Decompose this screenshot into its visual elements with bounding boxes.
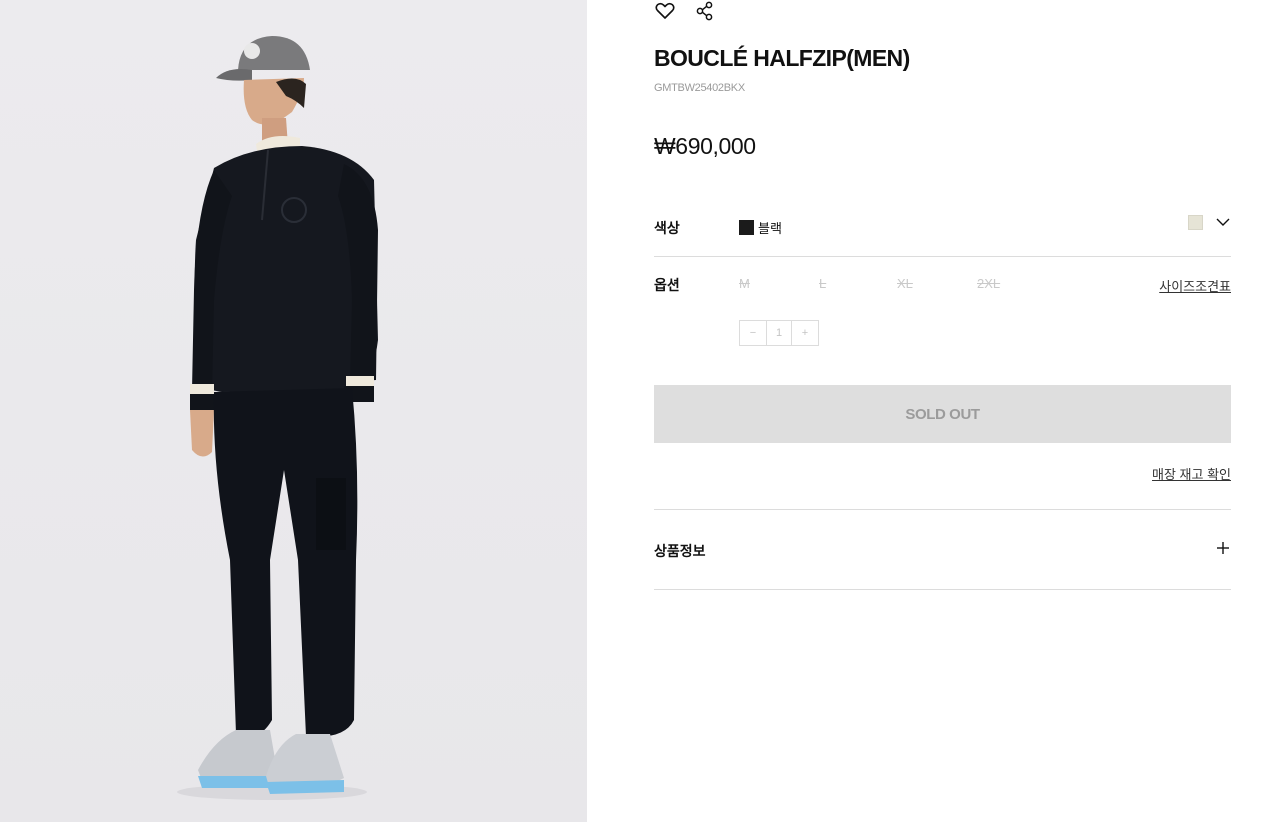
color-swatch-ivory[interactable]: [1188, 214, 1203, 230]
wishlist-button[interactable]: [654, 0, 676, 22]
quantity-stepper: − 1 +: [739, 320, 819, 346]
selected-color: 블랙: [739, 218, 782, 237]
divider: [654, 256, 1231, 257]
product-price: ₩690,000: [654, 133, 756, 159]
size-option-xl[interactable]: XL: [897, 276, 977, 291]
option-label: 옵션: [654, 277, 680, 293]
color-dropdown[interactable]: [1188, 214, 1231, 230]
product-info-panel: BOUCLÉ HALFZIP(MEN) GMTBW25402BKX ₩690,0…: [654, 0, 1231, 822]
heart-icon: [655, 2, 675, 19]
size-options: M L XL 2XL: [739, 276, 1000, 291]
size-chart-link[interactable]: 사이즈조견표: [1159, 276, 1231, 295]
quantity-decrease-button[interactable]: −: [740, 321, 766, 345]
color-label: 색상: [654, 220, 680, 236]
action-icons: [654, 0, 716, 22]
chevron-down-icon[interactable]: [1215, 214, 1231, 230]
color-swatch-black: [739, 220, 754, 235]
model-illustration: [177, 36, 378, 800]
product-title: BOUCLÉ HALFZIP(MEN): [654, 45, 910, 71]
size-option-m[interactable]: M: [739, 276, 819, 291]
selected-color-name: 블랙: [758, 221, 782, 236]
product-details-accordion[interactable]: 상품정보: [654, 509, 1231, 590]
store-stock-check-link[interactable]: 매장 재고 확인: [1152, 464, 1231, 483]
product-code: GMTBW25402BKX: [654, 82, 745, 94]
share-icon: [696, 1, 713, 21]
share-button[interactable]: [694, 0, 716, 22]
product-details-label: 상품정보: [654, 543, 706, 559]
size-option-2xl[interactable]: 2XL: [977, 276, 1000, 291]
sold-out-button[interactable]: SOLD OUT: [654, 385, 1231, 443]
size-option-l[interactable]: L: [819, 276, 897, 291]
quantity-value[interactable]: 1: [766, 321, 792, 345]
product-image: [0, 0, 587, 822]
plus-icon[interactable]: [1215, 540, 1231, 556]
quantity-increase-button[interactable]: +: [792, 321, 818, 345]
